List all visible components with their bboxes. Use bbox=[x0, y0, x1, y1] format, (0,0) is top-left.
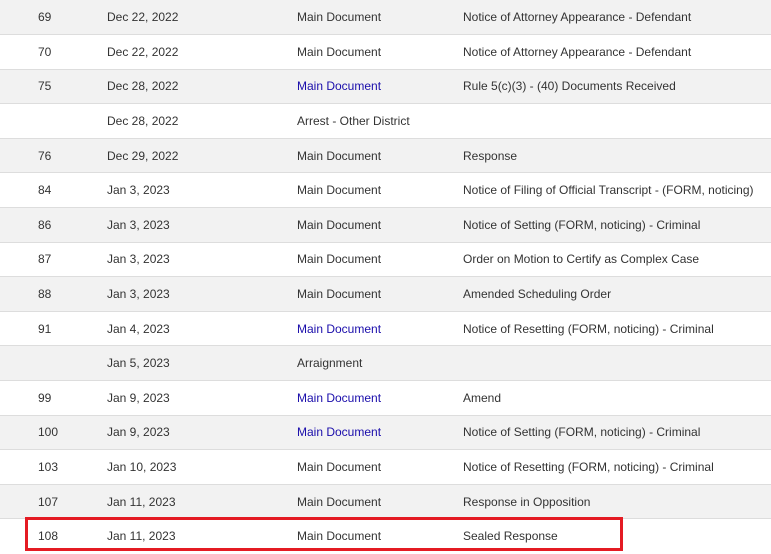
table-row: 86 Jan 3, 2023 Main Document Notice of S… bbox=[0, 207, 771, 243]
document-link[interactable]: Main Document bbox=[297, 45, 381, 59]
entry-number: 88 bbox=[0, 276, 107, 312]
proceeding-label: Arrest - Other District bbox=[297, 103, 463, 139]
entry-description: Notice of Attorney Appearance - Defendan… bbox=[463, 10, 692, 25]
entry-date: Dec 22, 2022 bbox=[107, 34, 297, 70]
highlight-annotation-box bbox=[25, 517, 623, 551]
document-link[interactable]: Main Document bbox=[297, 287, 381, 301]
entry-date: Jan 11, 2023 bbox=[107, 483, 297, 519]
entry-number: 91 bbox=[0, 310, 107, 346]
entry-date: Jan 4, 2023 bbox=[107, 310, 297, 346]
table-row: 87 Jan 3, 2023 Main Document Order on Mo… bbox=[0, 241, 771, 277]
table-row: 75 Dec 28, 2022 Main Document Rule 5(c)(… bbox=[0, 68, 771, 104]
entry-number: 86 bbox=[0, 207, 107, 243]
entry-number: 100 bbox=[0, 414, 107, 450]
table-row: 100 Jan 9, 2023 Main Document Notice of … bbox=[0, 414, 771, 450]
entry-number: 76 bbox=[0, 137, 107, 173]
entry-description: Rule 5(c)(3) - (40) Documents Received bbox=[463, 68, 771, 104]
entry-date: Jan 3, 2023 bbox=[107, 172, 297, 208]
document-link[interactable]: Main Document bbox=[297, 322, 381, 336]
table-row: 91 Jan 4, 2023 Main Document Notice of R… bbox=[0, 310, 771, 346]
entry-description: Notice of Resetting (FORM, noticing) - C… bbox=[463, 449, 771, 485]
entry-date: Jan 5, 2023 bbox=[107, 345, 297, 381]
entry-description: Amend bbox=[463, 380, 771, 416]
table-row: 107 Jan 11, 2023 Main Document Response … bbox=[0, 483, 771, 519]
entry-number bbox=[0, 345, 107, 381]
entry-number bbox=[0, 103, 107, 139]
document-link[interactable]: Main Document bbox=[297, 391, 381, 405]
entry-description: Notice of Setting (FORM, noticing) - Cri… bbox=[463, 414, 771, 450]
entry-date: Dec 29, 2022 bbox=[107, 137, 297, 173]
entry-date: Dec 28, 2022 bbox=[107, 103, 297, 139]
table-row: 70 Dec 22, 2022 Main Document Notice of … bbox=[0, 34, 771, 70]
entry-description: Order on Motion to Certify as Complex Ca… bbox=[463, 241, 771, 277]
entry-description: Amended Scheduling Order bbox=[463, 276, 771, 312]
proceeding-label: Arraignment bbox=[297, 345, 463, 381]
entry-description bbox=[463, 345, 771, 381]
document-link[interactable]: Main Document bbox=[297, 79, 381, 93]
entry-date: Jan 3, 2023 bbox=[107, 241, 297, 277]
entry-date: Jan 10, 2023 bbox=[107, 449, 297, 485]
table-row: 88 Jan 3, 2023 Main Document Amended Sch… bbox=[0, 276, 771, 312]
document-link[interactable]: Main Document bbox=[297, 149, 381, 163]
entry-number: 107 bbox=[0, 483, 107, 519]
docket-table-body: 69 Dec 22, 2022 Main Document Notice of … bbox=[0, 0, 771, 554]
table-row: 84 Jan 3, 2023 Main Document Notice of F… bbox=[0, 172, 771, 208]
document-link[interactable]: Main Document bbox=[297, 218, 381, 232]
document-link[interactable]: Main Document bbox=[297, 425, 381, 439]
entry-date: Jan 3, 2023 bbox=[107, 276, 297, 312]
entry-description: Notice of Attorney Appearance - Defendan… bbox=[463, 34, 771, 70]
table-row: Dec 28, 2022 Arrest - Other District bbox=[0, 103, 771, 139]
entry-number: 69 bbox=[38, 10, 52, 25]
entry-number: 75 bbox=[0, 68, 107, 104]
entry-date: Jan 9, 2023 bbox=[107, 380, 297, 416]
entry-description bbox=[463, 103, 771, 139]
entry-description: Notice of Setting (FORM, noticing) - Cri… bbox=[463, 207, 771, 243]
document-link[interactable]: Main Document bbox=[297, 252, 381, 266]
entry-number: 103 bbox=[0, 449, 107, 485]
entry-number: 84 bbox=[0, 172, 107, 208]
table-row: 103 Jan 10, 2023 Main Document Notice of… bbox=[0, 449, 771, 485]
table-row: 76 Dec 29, 2022 Main Document Response bbox=[0, 137, 771, 173]
entry-date: Jan 9, 2023 bbox=[107, 414, 297, 450]
entry-description: Notice of Resetting (FORM, noticing) - C… bbox=[463, 310, 771, 346]
entry-number: 87 bbox=[0, 241, 107, 277]
table-row: 69 Dec 22, 2022 Main Document Notice of … bbox=[0, 0, 771, 35]
entry-date: Dec 22, 2022 bbox=[107, 10, 179, 25]
table-row: Jan 5, 2023 Arraignment bbox=[0, 345, 771, 381]
docket-table: 69 Dec 22, 2022 Main Document Notice of … bbox=[0, 0, 771, 554]
entry-description: Notice of Filing of Official Transcript … bbox=[463, 172, 771, 208]
entry-date: Jan 3, 2023 bbox=[107, 207, 297, 243]
entry-number: 70 bbox=[0, 34, 107, 70]
document-link[interactable]: Main Document bbox=[297, 183, 381, 197]
entry-description: Response bbox=[463, 137, 771, 173]
entry-date: Dec 28, 2022 bbox=[107, 68, 297, 104]
entry-number: 99 bbox=[0, 380, 107, 416]
document-link[interactable]: Main Document bbox=[297, 460, 381, 474]
entry-description: Response in Opposition bbox=[463, 483, 771, 519]
document-link[interactable]: Main Document bbox=[297, 10, 381, 24]
table-row: 99 Jan 9, 2023 Main Document Amend bbox=[0, 380, 771, 416]
document-link[interactable]: Main Document bbox=[297, 495, 381, 509]
